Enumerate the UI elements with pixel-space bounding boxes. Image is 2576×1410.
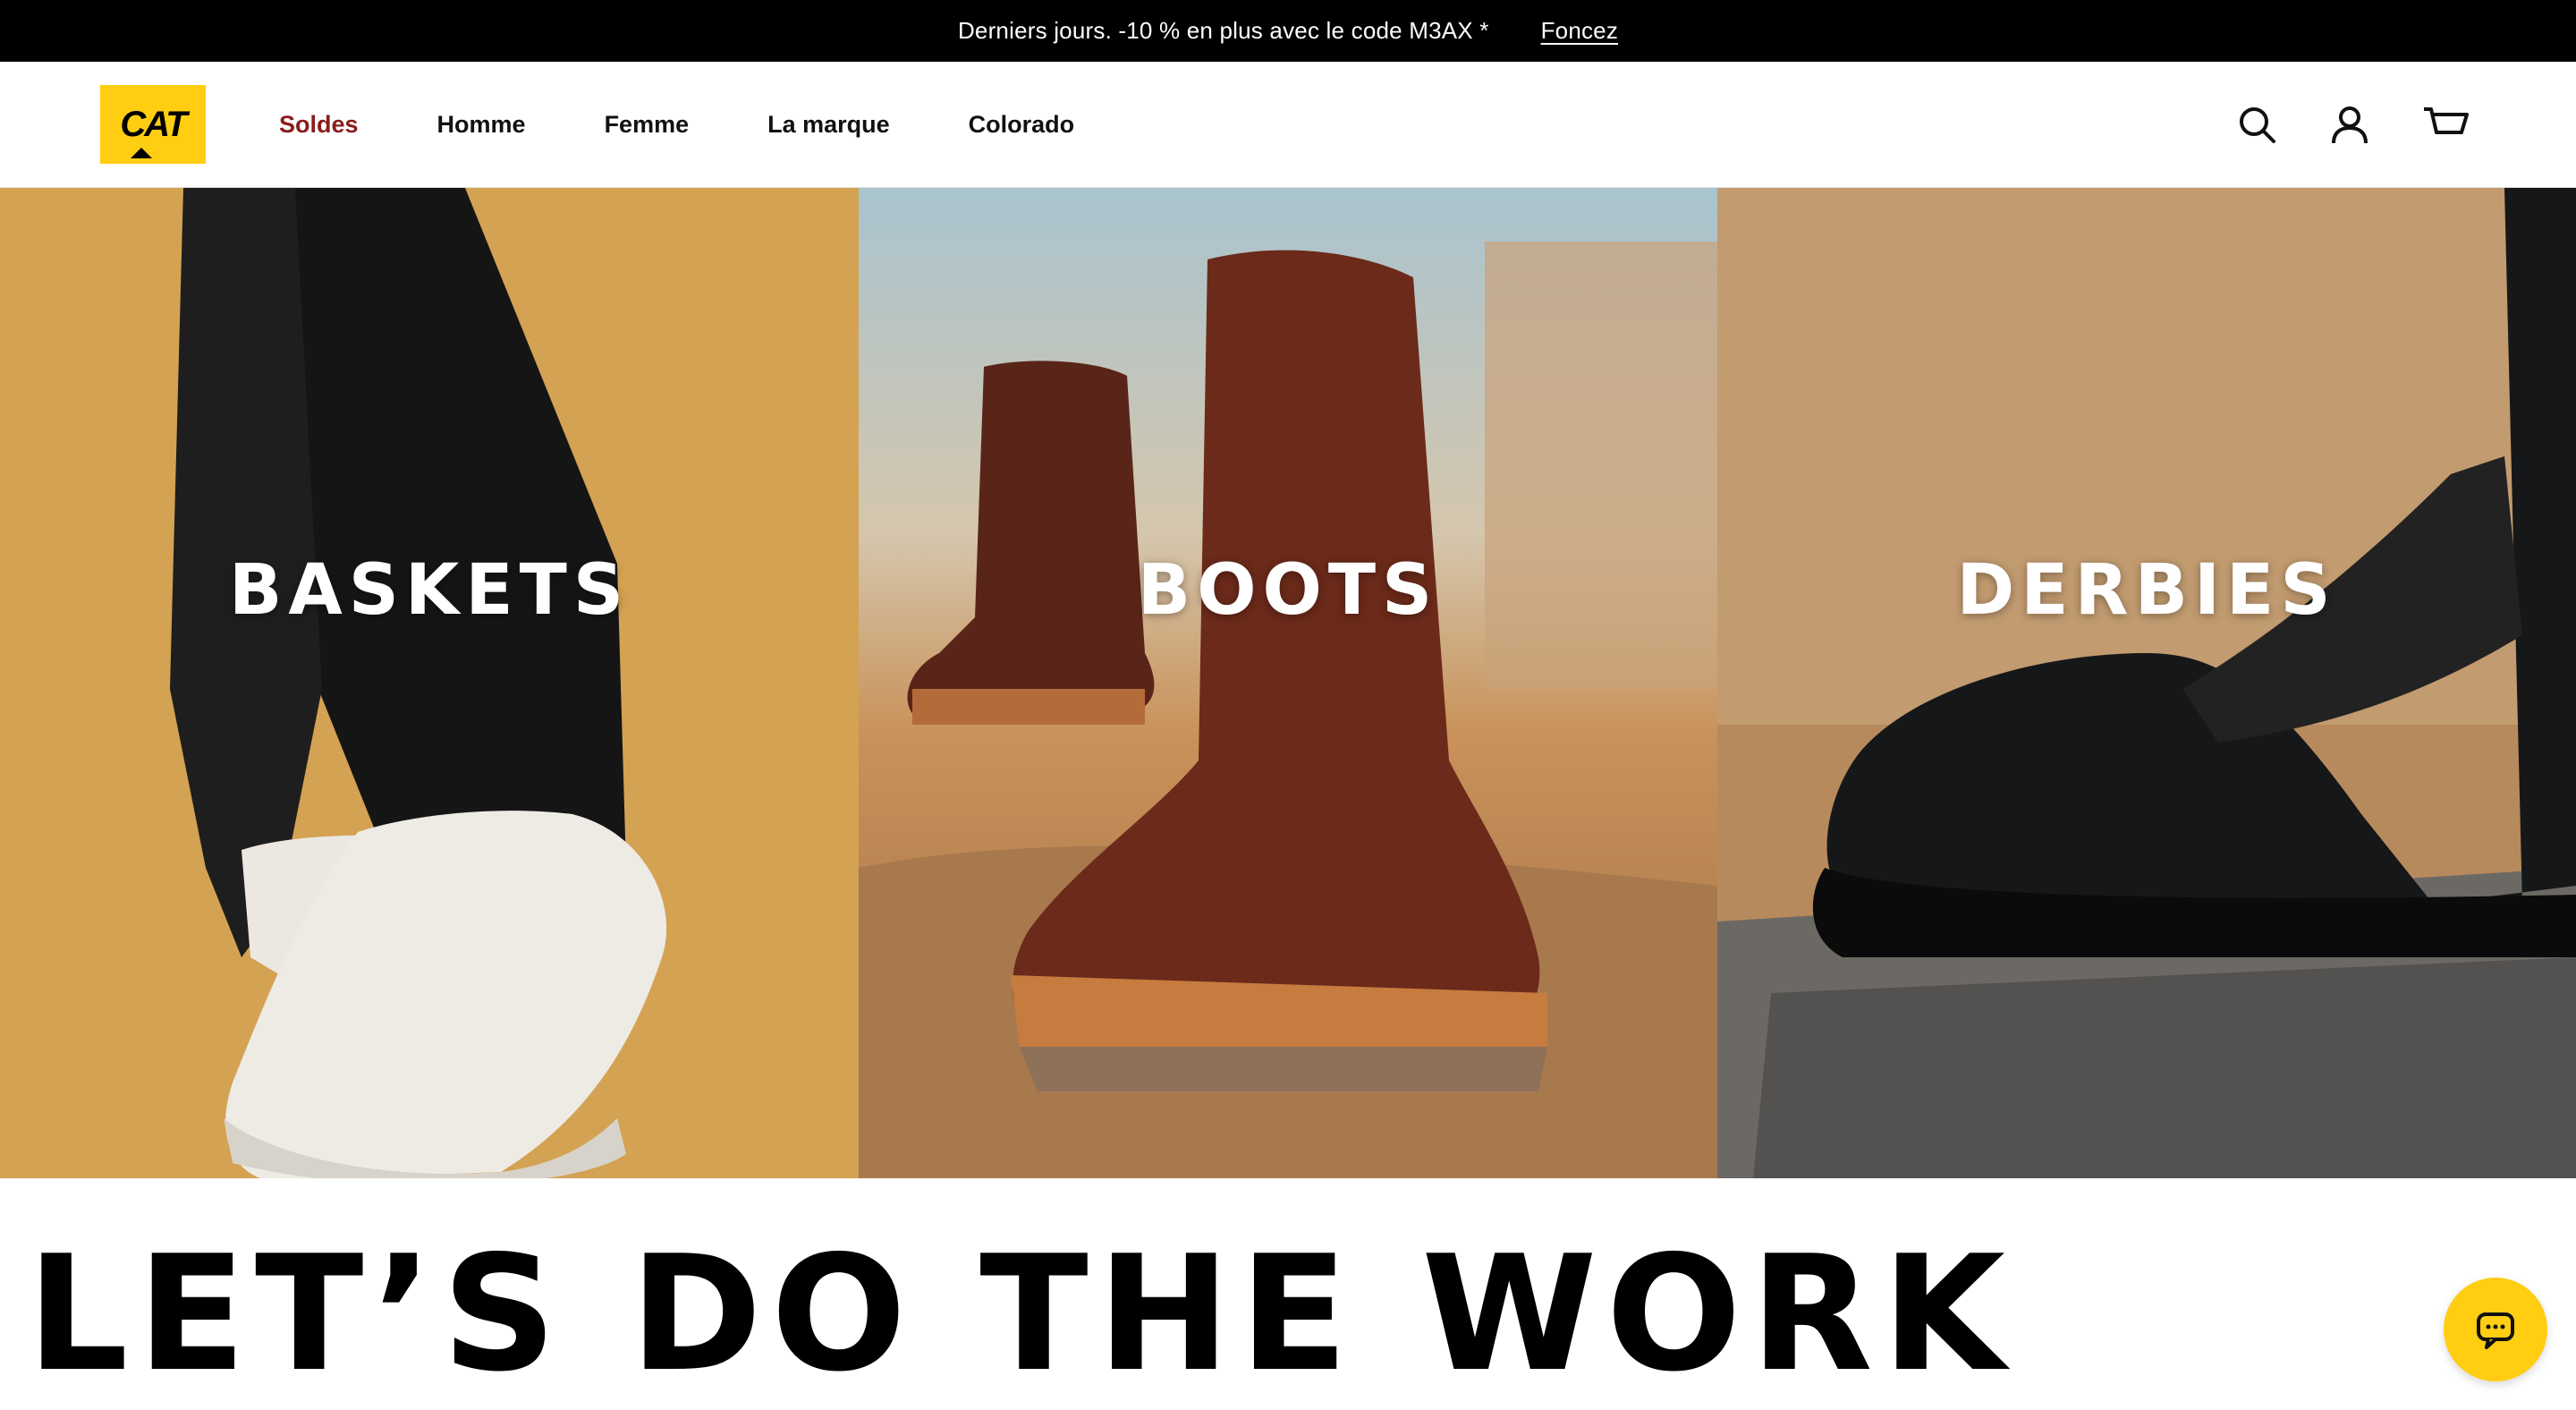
tile-baskets[interactable]: BASKETS bbox=[0, 188, 859, 1178]
hero-category-tiles: BASKETS BOOTS DERBIES bbox=[0, 188, 2576, 1178]
nav-item-la-marque[interactable]: La marque bbox=[767, 111, 890, 139]
tile-label-baskets: BASKETS bbox=[228, 550, 631, 631]
logo-triangle-icon bbox=[131, 148, 152, 158]
promo-bar: Derniers jours. -10 % en plus avec le co… bbox=[0, 0, 2576, 62]
nav-item-soldes[interactable]: Soldes bbox=[279, 111, 359, 139]
tile-label-boots: BOOTS bbox=[1137, 550, 1439, 631]
chat-button[interactable] bbox=[2444, 1278, 2547, 1381]
header-icons bbox=[2236, 62, 2469, 187]
account-icon[interactable] bbox=[2329, 104, 2370, 145]
promo-message: Derniers jours. -10 % en plus avec le co… bbox=[957, 17, 1489, 44]
nav-item-femme[interactable]: Femme bbox=[605, 111, 690, 139]
boots-image bbox=[859, 188, 1717, 1178]
site-header: CAT Soldes Homme Femme La marque Colorad… bbox=[0, 62, 2576, 188]
cart-icon[interactable] bbox=[2422, 104, 2469, 145]
derbies-image bbox=[1717, 188, 2576, 1178]
tile-label-derbies: DERBIES bbox=[1956, 550, 2337, 631]
search-icon[interactable] bbox=[2236, 104, 2277, 145]
logo-text: CAT bbox=[120, 104, 187, 144]
tile-derbies[interactable]: DERBIES bbox=[1717, 188, 2576, 1178]
main-nav: Soldes Homme Femme La marque Colorado bbox=[279, 62, 1153, 187]
tagline-heading: LET’S DO THE WORK bbox=[27, 1221, 2014, 1406]
nav-item-homme[interactable]: Homme bbox=[437, 111, 526, 139]
promo-link[interactable]: Foncez bbox=[1541, 17, 1618, 45]
tile-boots[interactable]: BOOTS bbox=[859, 188, 1717, 1178]
nav-item-colorado[interactable]: Colorado bbox=[969, 111, 1075, 139]
chat-icon bbox=[2477, 1312, 2514, 1349]
cat-logo[interactable]: CAT bbox=[100, 85, 206, 164]
baskets-image bbox=[0, 188, 859, 1178]
